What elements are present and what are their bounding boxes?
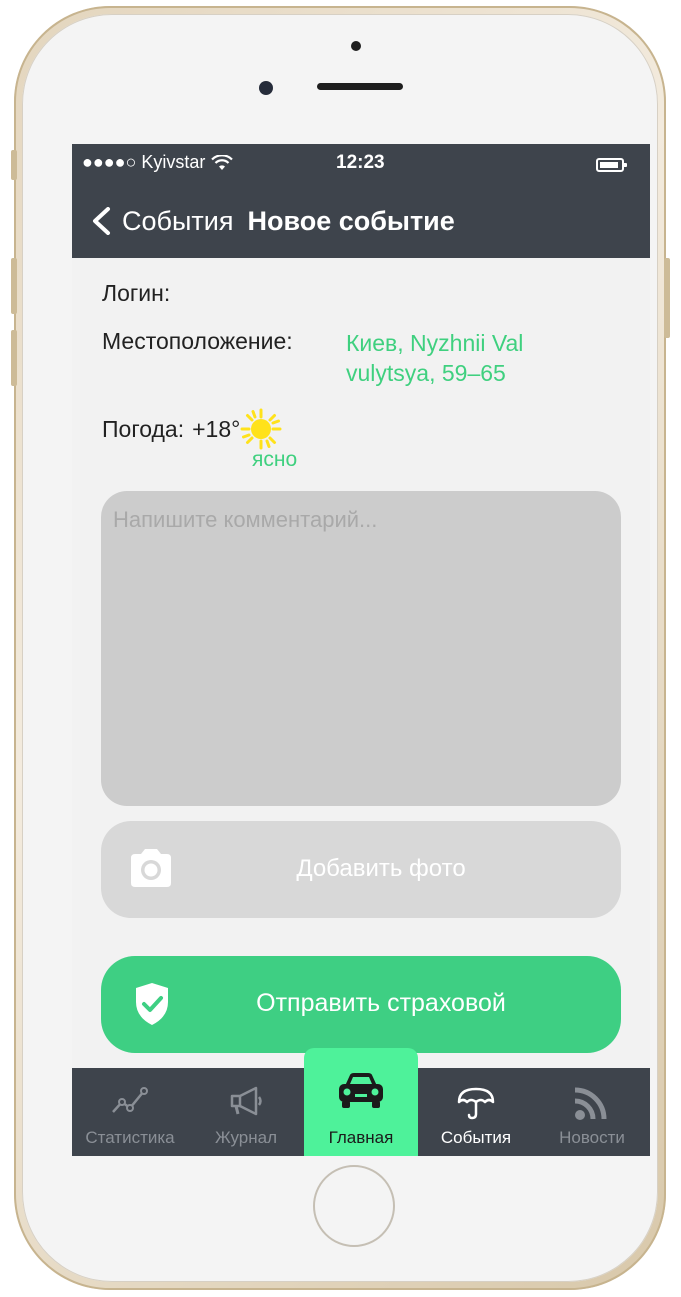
umbrella-icon: [457, 1087, 495, 1120]
back-label: События: [122, 205, 234, 236]
tab-label-statistics: Статистика: [85, 1128, 175, 1147]
screen: ●●●●○ Kyivstar 12:23 События Новое событ…: [72, 144, 650, 1156]
chevron-left-icon: [93, 207, 110, 235]
carrier-info: ●●●●○ Kyivstar: [82, 152, 234, 173]
sun-icon: [240, 408, 282, 450]
battery-icon: [596, 158, 627, 172]
send-to-insurer-button[interactable]: Отправить страховой: [101, 956, 621, 1053]
power-button: [664, 258, 670, 338]
front-camera: [259, 81, 273, 95]
tab-statistics[interactable]: Статистика: [72, 1068, 188, 1156]
mute-switch: [11, 150, 17, 180]
tab-home[interactable]: Главная: [304, 1048, 418, 1156]
home-button[interactable]: [313, 1165, 395, 1247]
tab-label-events: События: [440, 1128, 512, 1147]
tab-label-news: Новости: [559, 1128, 625, 1147]
tab-label-journal: Журнал: [214, 1128, 278, 1147]
volume-down-button: [11, 330, 17, 386]
send-to-insurer-label: Отправить страховой: [256, 989, 506, 1017]
tab-bar: Статистика Журнал Главная События Новост…: [72, 1048, 650, 1156]
megaphone-icon: [230, 1086, 262, 1116]
status-time: 12:23: [336, 152, 385, 173]
location-value: Киев, Nyzhnii Val vulytsya, 59–65: [346, 330, 524, 386]
weather-condition: ясно: [252, 448, 298, 471]
tab-events[interactable]: События: [418, 1068, 534, 1156]
rss-icon: [574, 1087, 607, 1120]
volume-up-button: [11, 258, 17, 314]
login-row: Логин:: [102, 280, 170, 307]
wifi-icon: [211, 154, 234, 170]
carrier-label: ●●●●○ Kyivstar: [82, 152, 206, 172]
temperature-value: +18°: [192, 415, 241, 442]
comment-input[interactable]: [101, 491, 621, 806]
weather-label: Погода:: [102, 415, 185, 442]
chart-line-icon: [112, 1087, 148, 1113]
proximity-sensor: [351, 41, 361, 51]
tab-label-home: Главная: [328, 1128, 394, 1147]
weather-row: Погода: +18°: [102, 408, 282, 450]
add-photo-label: Добавить фото: [296, 855, 466, 882]
status-bar: ●●●●○ Kyivstar 12:23: [72, 144, 650, 184]
tab-news[interactable]: Новости: [534, 1068, 650, 1156]
navigation-bar: События Новое событие: [72, 184, 650, 258]
location-label: Местоположение:: [102, 328, 293, 354]
back-button[interactable]: События: [90, 206, 233, 237]
earpiece-speaker: [317, 83, 403, 90]
login-label: Логин:: [102, 280, 171, 306]
tab-journal[interactable]: Журнал: [188, 1068, 304, 1156]
add-photo-button[interactable]: Добавить фото: [101, 821, 621, 918]
car-icon: [339, 1073, 383, 1108]
page-title: Новое событие: [247, 205, 455, 236]
